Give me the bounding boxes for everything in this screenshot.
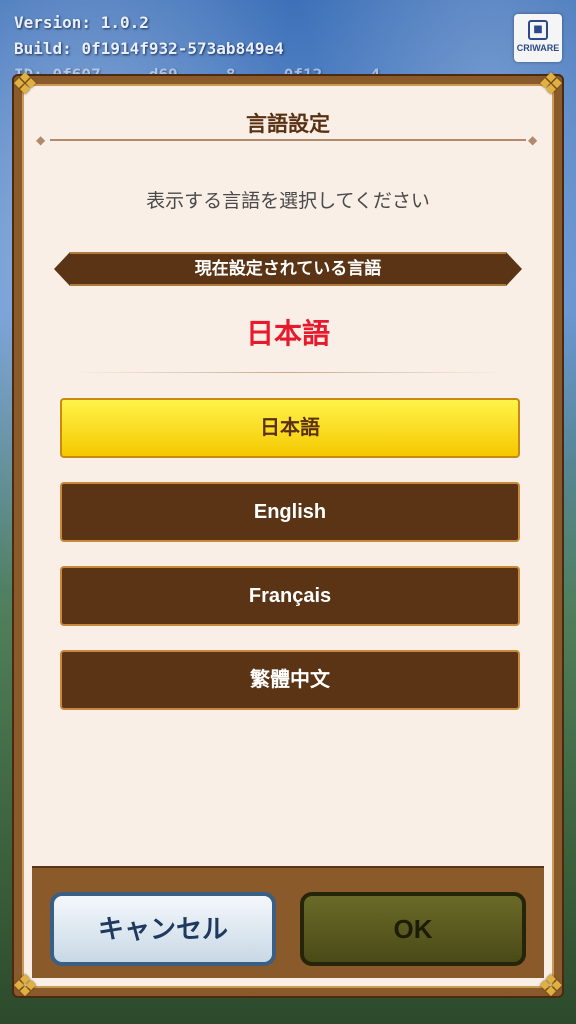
language-button-english[interactable]: English xyxy=(60,482,520,542)
current-language-value: 日本語 xyxy=(245,317,330,350)
divider-ornament-left-icon: ◆ xyxy=(36,133,46,147)
build-value: 0f1914f932-573ab849e4 xyxy=(81,39,284,58)
corner-ornament-icon: ❖ xyxy=(11,969,39,1004)
dialog-panel: 言語設定 ◆ ◆ 表示する言語を選択してください 現在設定されている言語 日本語… xyxy=(22,84,554,988)
corner-ornament-icon: ❖ xyxy=(11,67,39,102)
criware-cube-icon: ■ xyxy=(528,20,548,40)
cancel-button[interactable]: キャンセル xyxy=(50,892,276,966)
corner-ornament-icon: ❖ xyxy=(537,969,565,1004)
build-label: Build: xyxy=(14,39,72,58)
language-dialog: 言語設定 ◆ ◆ 表示する言語を選択してください 現在設定されている言語 日本語… xyxy=(12,68,565,1004)
instruction-text: 表示する言語を選択してください xyxy=(146,190,430,212)
language-button-japanese[interactable]: 日本語 xyxy=(60,398,520,458)
language-button-french[interactable]: Français xyxy=(60,566,520,626)
divider-ornament-right-icon: ◆ xyxy=(528,133,538,147)
version-label: Version: xyxy=(14,13,92,32)
version-value: 1.0.2 xyxy=(100,13,149,32)
corner-ornament-icon: ❖ xyxy=(537,67,565,102)
criware-logo: ■ CRIWARE xyxy=(514,14,562,62)
title-divider: ◆ ◆ xyxy=(36,134,540,146)
section-divider xyxy=(74,372,502,373)
divider-line xyxy=(50,139,526,141)
criware-label: CRIWARE xyxy=(516,43,560,53)
ok-button[interactable]: OK xyxy=(300,892,526,966)
current-language-banner: 現在設定されている言語 xyxy=(54,252,522,286)
dialog-footer: キャンセル OK xyxy=(32,866,544,978)
language-button-traditional-chinese[interactable]: 繁體中文 xyxy=(60,650,520,710)
